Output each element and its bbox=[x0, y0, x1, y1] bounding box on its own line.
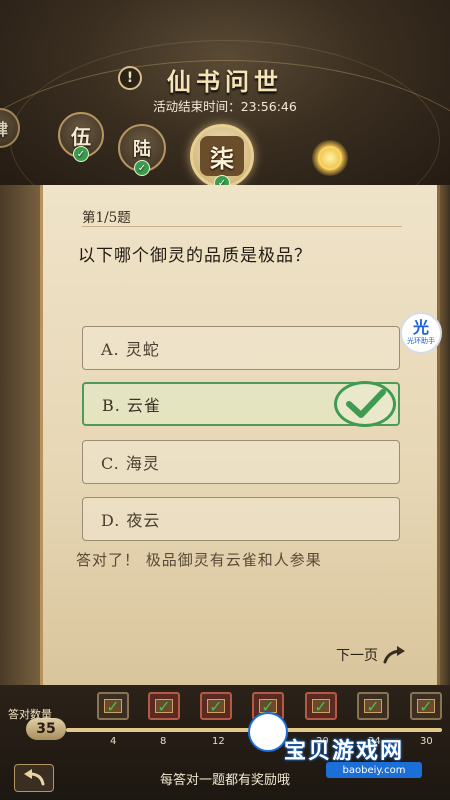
milestone-label: 30 bbox=[420, 736, 433, 747]
claimed-check-icon: ✓ bbox=[314, 696, 328, 716]
check-icon: ✓ bbox=[134, 160, 150, 176]
question-text: 以下哪个御灵的品质是极品？ bbox=[78, 246, 312, 266]
reward-chest-8[interactable]: ✓ bbox=[148, 692, 180, 720]
correct-count-value: 35 bbox=[26, 718, 66, 740]
option-a[interactable]: A. 灵蛇 bbox=[82, 326, 400, 370]
reward-chest-20[interactable]: ✓ bbox=[305, 692, 337, 720]
chapter-tab-6[interactable]: 陆 ✓ bbox=[118, 124, 166, 176]
option-label: C. 海灵 bbox=[101, 454, 160, 473]
chapter-icon-frame: 柒 bbox=[200, 136, 244, 176]
timer-value: 23:56:46 bbox=[240, 99, 297, 114]
option-label: B. 云雀 bbox=[102, 396, 161, 415]
chapter-tab-7-selected[interactable]: 柒 ✓ bbox=[190, 124, 254, 191]
claimed-check-icon: ✓ bbox=[419, 696, 433, 716]
timer-label: 活动结束时间： bbox=[153, 99, 241, 114]
watermark-logo-icon bbox=[248, 712, 288, 752]
option-label: A. 灵蛇 bbox=[101, 340, 160, 359]
scroll-left-edge bbox=[0, 185, 42, 705]
watermark-text: 宝贝游戏网 bbox=[284, 739, 405, 764]
sun-orb-icon[interactable] bbox=[312, 140, 348, 176]
option-c[interactable]: C. 海灵 bbox=[82, 440, 400, 484]
claimed-check-icon: ✓ bbox=[157, 696, 171, 716]
check-icon: ✓ bbox=[73, 146, 89, 162]
reward-chest-12[interactable]: ✓ bbox=[200, 692, 232, 720]
option-label: D. 夜云 bbox=[101, 511, 161, 530]
answer-feedback: 答对了！ 极品御灵有云雀和人参果 bbox=[76, 551, 322, 569]
correct-check-icon bbox=[334, 381, 396, 427]
chapter-label: 柒 bbox=[210, 143, 234, 173]
question-progress: 第1/5题 bbox=[82, 210, 131, 226]
sun-ring bbox=[318, 146, 342, 170]
divider bbox=[82, 226, 402, 227]
guanghuan-helper-badge[interactable]: 光 光环助手 bbox=[400, 312, 442, 354]
claimed-check-icon: ✓ bbox=[106, 696, 120, 716]
reward-chest-4[interactable]: ✓ bbox=[97, 692, 129, 720]
badge-glyph: 光 bbox=[412, 318, 429, 337]
scroll-right-edge bbox=[440, 185, 450, 705]
claimed-check-icon: ✓ bbox=[366, 696, 380, 716]
reward-chest-24[interactable]: ✓ bbox=[357, 692, 389, 720]
reward-chest-28[interactable]: ✓ bbox=[410, 692, 442, 720]
chapter-label: 肆 bbox=[0, 116, 8, 140]
curved-arrow-icon bbox=[383, 646, 405, 664]
event-timer: 活动结束时间：23:56:46 bbox=[0, 96, 450, 115]
milestone-label: 4 bbox=[110, 736, 117, 747]
next-page-label: 下一页 bbox=[336, 648, 378, 664]
claimed-check-icon: ✓ bbox=[209, 696, 223, 716]
chapter-label: 陆 bbox=[133, 139, 151, 160]
watermark-url: baobeiy.com bbox=[326, 762, 422, 778]
option-d[interactable]: D. 夜云 bbox=[82, 497, 400, 541]
badge-text: 光环助手 bbox=[407, 337, 435, 345]
page-title: 仙书问世 bbox=[167, 67, 283, 96]
milestone-label: 12 bbox=[212, 736, 225, 747]
milestone-label: 8 bbox=[160, 736, 167, 747]
chapter-tab-5[interactable]: 伍 ✓ bbox=[58, 112, 104, 162]
next-page-button[interactable]: 下一页 bbox=[336, 644, 408, 666]
